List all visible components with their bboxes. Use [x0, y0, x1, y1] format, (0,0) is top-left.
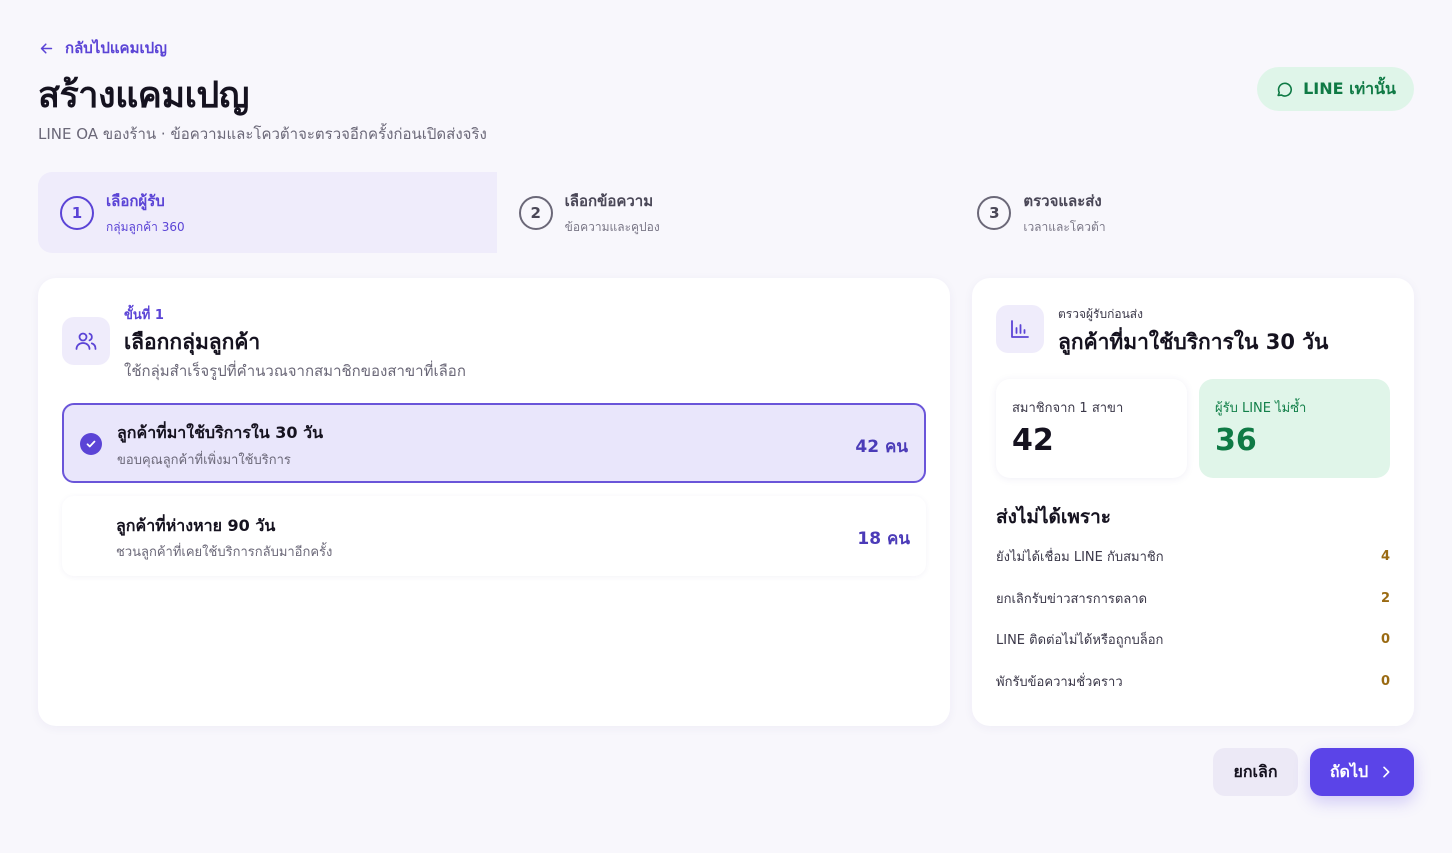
- step-desc: เวลาและโควต้า: [1023, 219, 1106, 234]
- option-title: ลูกค้าที่มาใช้บริการใน 30 วัน: [117, 423, 324, 442]
- cancel-button-label: ยกเลิก: [1233, 761, 1278, 781]
- reason-row: ยังไม่ได้เชื่อม LINE กับสมาชิก 4: [996, 546, 1390, 566]
- page-subtitle: LINE OA ของร้าน · ข้อความและโควต้าจะตรวจ…: [38, 125, 487, 143]
- audience-option-recent-30-days[interactable]: ลูกค้าที่มาใช้บริการใน 30 วัน ขอบคุณลูกค…: [62, 403, 926, 483]
- step-desc: กลุ่มลูกค้า 360: [106, 219, 185, 234]
- chevron-right-icon: [1383, 766, 1390, 778]
- users-icon: [75, 332, 97, 350]
- line-recipients-stat: ผู้รับ LINE ไม่ซ้ำ 36: [1199, 379, 1390, 478]
- reason-count: 2: [1380, 590, 1390, 606]
- page-title: สร้างแคมเปญ: [38, 75, 249, 116]
- reasons-title: ส่งไม่ได้เพราะ: [996, 506, 1111, 528]
- summary-label: ตรวจผู้รับก่อนส่ง: [1058, 307, 1143, 321]
- back-to-campaigns-link[interactable]: กลับไปแคมเปญ: [38, 36, 167, 60]
- option-count: 42 คน: [855, 437, 908, 457]
- bar-chart-icon: [1011, 320, 1029, 338]
- step-select-message[interactable]: 2 เลือกข้อความ ข้อความและคูปอง: [497, 172, 956, 253]
- members-value: 42: [1012, 423, 1054, 458]
- line-badge-label: LINE เท่านั้น: [1303, 78, 1396, 98]
- arrow-left-icon: [40, 42, 53, 54]
- reason-count: 0: [1380, 631, 1390, 647]
- recipients-value: 36: [1215, 423, 1257, 458]
- reason-label: พักรับข้อความชั่วคราว: [996, 674, 1123, 690]
- cancel-button[interactable]: ยกเลิก: [1213, 748, 1298, 796]
- back-link-label: กลับไปแคมเปญ: [65, 39, 167, 57]
- members-label: สมาชิกจาก 1 สาขา: [1012, 401, 1124, 416]
- recipient-summary-card: ตรวจผู้รับก่อนส่ง ลูกค้าที่มาใช้บริการใน…: [972, 278, 1414, 726]
- step-title: เลือกผู้รับ: [106, 191, 165, 210]
- line-only-badge: LINE เท่านั้น: [1257, 67, 1414, 111]
- option-count: 18 คน: [857, 529, 910, 549]
- reason-label: ยังไม่ได้เชื่อม LINE กับสมาชิก: [996, 549, 1164, 565]
- members-stat: สมาชิกจาก 1 สาขา 42: [996, 379, 1187, 478]
- check-circle-icon: [80, 433, 102, 455]
- option-title: ลูกค้าที่ห่างหาย 90 วัน: [116, 516, 276, 535]
- users-icon-box: [62, 317, 110, 365]
- step-title: ตรวจและส่ง: [1023, 191, 1102, 210]
- step-select-recipients[interactable]: 1 เลือกผู้รับ กลุ่มลูกค้า 360: [38, 172, 497, 253]
- audience-option-lapsed-90-days[interactable]: ลูกค้าที่ห่างหาย 90 วัน ชวนลูกค้าที่เคยใ…: [62, 496, 926, 576]
- chat-bubble-icon: [1277, 82, 1293, 97]
- next-button-label: ถัดไป: [1329, 761, 1369, 781]
- audience-selection-card: ขั้นที่ 1 เลือกกลุ่มลูกค้า ใช้กลุ่มสำเร็…: [38, 278, 950, 726]
- step-number: 3: [977, 195, 1012, 230]
- next-button[interactable]: ถัดไป: [1310, 748, 1414, 796]
- step-review-send[interactable]: 3 ตรวจและส่ง เวลาและโควต้า: [955, 172, 1414, 253]
- section-title: เลือกกลุ่มลูกค้า: [124, 330, 261, 354]
- chart-icon-box: [996, 305, 1044, 353]
- recipients-label: ผู้รับ LINE ไม่ซ้ำ: [1215, 401, 1307, 416]
- summary-title: ลูกค้าที่มาใช้บริการใน 30 วัน: [1058, 330, 1329, 354]
- option-desc: ขอบคุณลูกค้าที่เพิ่งมาใช้บริการ: [117, 453, 291, 468]
- step-number: 2: [518, 195, 553, 230]
- reason-row: LINE ติดต่อไม่ได้หรือถูกบล็อก 0: [996, 629, 1390, 649]
- step-desc: ข้อความและคูปอง: [564, 219, 660, 234]
- reason-count: 4: [1380, 548, 1390, 564]
- campaign-stepper: 1 เลือกผู้รับ กลุ่มลูกค้า 360 2 เลือกข้อ…: [38, 172, 1414, 253]
- step-number: 1: [60, 195, 94, 230]
- reason-label: LINE ติดต่อไม่ได้หรือถูกบล็อก: [996, 632, 1164, 648]
- reason-row: ยกเลิกรับข่าวสารการตลาด 2: [996, 588, 1390, 608]
- reason-row: พักรับข้อความชั่วคราว 0: [996, 671, 1390, 691]
- step-title: เลือกข้อความ: [564, 191, 654, 210]
- option-desc: ชวนลูกค้าที่เคยใช้บริการกลับมาอีกครั้ง: [116, 545, 333, 560]
- step-label: ขั้นที่ 1: [124, 308, 164, 323]
- reason-count: 0: [1380, 673, 1390, 689]
- reason-label: ยกเลิกรับข่าวสารการตลาด: [996, 591, 1148, 607]
- section-desc: ใช้กลุ่มสำเร็จรูปที่คำนวณจากสมาชิกของสาข…: [124, 362, 466, 380]
